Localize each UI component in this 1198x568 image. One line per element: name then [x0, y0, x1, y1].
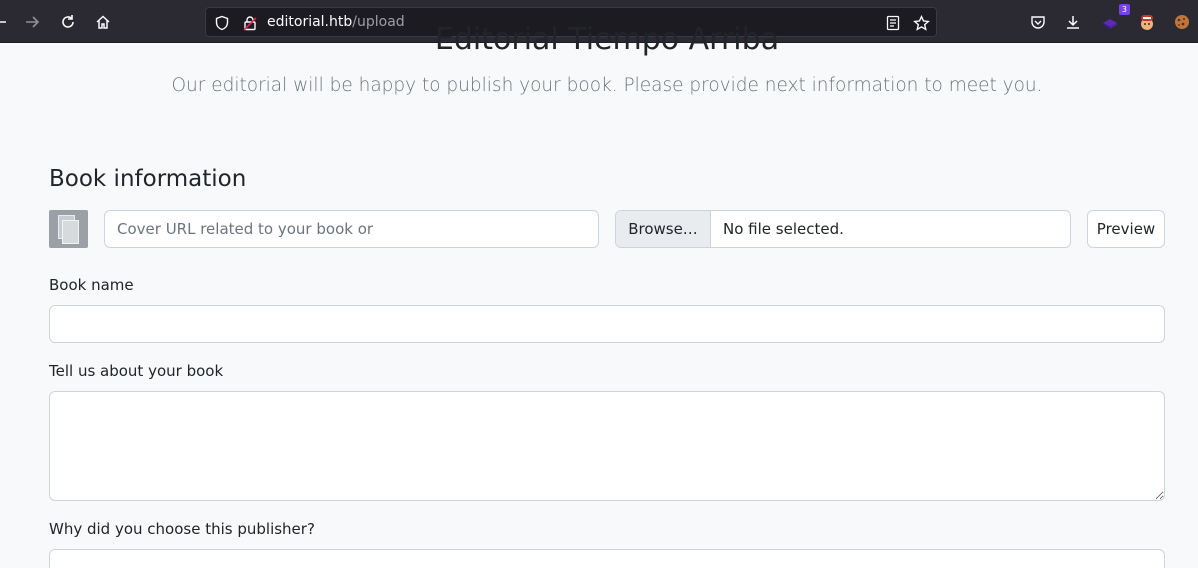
cover-preview-icon: [49, 210, 88, 248]
file-status: No file selected.: [723, 220, 844, 238]
cover-url-input[interactable]: [104, 210, 599, 248]
book-name-label: Book name: [49, 276, 134, 294]
book-name-input[interactable]: [49, 305, 1165, 343]
why-publisher-input[interactable]: [49, 549, 1165, 568]
page-title: Editorial Tiempo Arriba: [434, 22, 780, 57]
section-title: Book information: [49, 166, 247, 192]
about-label: Tell us about your book: [49, 362, 224, 380]
about-textarea[interactable]: [49, 391, 1165, 501]
preview-button[interactable]: Preview: [1087, 210, 1165, 248]
page-subtitle: Our editorial will be happy to publish y…: [171, 75, 1043, 96]
file-input[interactable]: Browse… No file selected.: [615, 210, 1071, 248]
extension-badge: 3: [1118, 4, 1130, 15]
browse-button[interactable]: Browse…: [616, 211, 711, 247]
why-label: Why did you choose this publisher?: [49, 520, 315, 538]
